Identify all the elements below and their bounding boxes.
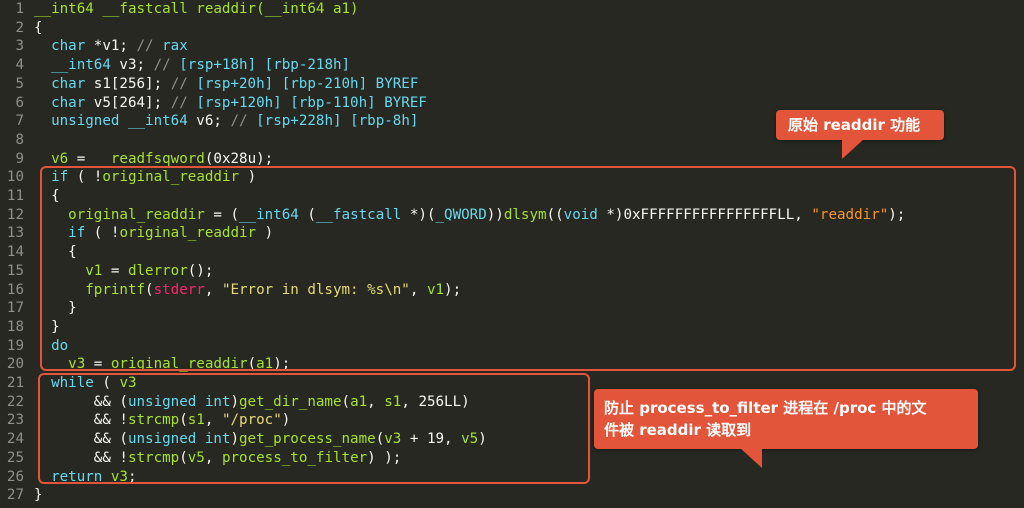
code-line: 7 unsigned __int64 v6; // [rsp+228h] [rb… [0, 112, 418, 131]
code-line: 2{ [0, 19, 43, 38]
code-token: ); [256, 150, 274, 167]
code-text: { [34, 20, 43, 36]
code-line: 4 __int64 v3; // [rsp+18h] [rbp-218h] [0, 56, 350, 75]
code-text: char *v1; // rax [34, 38, 188, 54]
code-token: { [34, 19, 43, 36]
line-number: 12 [6, 206, 24, 223]
code-text: } [34, 487, 43, 503]
line-number: 21 [6, 375, 24, 391]
callout-filter-process-line2: 件被 readdir 读取到 [604, 421, 752, 439]
code-line: 6 char v5[264]; // [rsp+120h] [rbp-110h]… [0, 94, 427, 113]
code-text: char s1[256]; // [rsp+20h] [rbp-210h] BY… [34, 76, 418, 92]
code-line: 8 [0, 131, 34, 150]
code-token: char [51, 75, 86, 92]
code-token: [rsp+18h] [rbp-218h] [179, 57, 351, 74]
line-number: 18 [6, 318, 24, 335]
code-token: v6; [187, 113, 231, 130]
line-number: 26 [6, 468, 24, 485]
line-number: 8 [15, 131, 24, 148]
line-number: 3 [15, 38, 24, 55]
line-number: 5 [15, 75, 24, 92]
code-token: __int64 [51, 57, 111, 74]
callout-filter-process-line1: 防止 process_to_filter 进程在 /proc 中的文 [604, 399, 927, 417]
line-number: 16 [6, 281, 24, 298]
code-token: *v1; [85, 38, 137, 55]
code-token: [rsp+228h] [rbp-8h] [256, 113, 419, 130]
line-number: 4 [15, 57, 24, 74]
code-token: = [68, 150, 94, 167]
code-token: [rsp+20h] [rbp-210h] BYREF [196, 75, 419, 92]
code-token: // [230, 113, 257, 130]
callout-original-readdir-text: 原始 readdir 功能 [788, 116, 921, 134]
code-token: // [170, 94, 197, 111]
line-number: 10 [6, 169, 24, 186]
code-token: char [51, 38, 86, 55]
line-number: 11 [6, 188, 24, 204]
line-number: 17 [6, 300, 24, 317]
code-token: __int64 a1 [264, 1, 351, 17]
code-token: [rsp+120h] [rbp-110h] BYREF [196, 94, 427, 111]
line-number: 24 [6, 431, 24, 448]
code-token: __readfsqword [93, 150, 205, 167]
callout-original-readdir-tail [842, 139, 864, 159]
line-number: 2 [15, 19, 24, 36]
code-token: v3; [110, 57, 154, 74]
highlight-box-original-readdir [40, 166, 1016, 371]
code-token: unsigned __int64 [51, 113, 188, 130]
line-number: 14 [6, 244, 24, 261]
code-line: 27} [0, 486, 43, 505]
code-line: 5 char s1[256]; // [rsp+20h] [rbp-210h] … [0, 75, 418, 94]
highlight-box-filter-loop [38, 373, 590, 484]
code-token: // [136, 38, 163, 55]
code-token: v5[264]; [85, 94, 171, 111]
line-number: 15 [6, 262, 24, 279]
callout-filter-process: 防止 process_to_filter 进程在 /proc 中的文 件被 re… [594, 389, 978, 449]
code-text: __int64 v3; // [rsp+18h] [rbp-218h] [34, 57, 350, 73]
code-text: v6 = __readfsqword(0x28u); [34, 151, 273, 167]
code-token: v6 [51, 150, 69, 167]
code-token: rax [162, 38, 188, 55]
line-number: 25 [6, 449, 24, 466]
code-text: __int64 __fastcall readdir(__int64 a1) [34, 1, 359, 17]
code-text: char v5[264]; // [rsp+120h] [rbp-110h] B… [34, 95, 427, 111]
code-token: char [51, 94, 86, 111]
code-token: 0x28u [213, 150, 257, 167]
code-editor[interactable]: 27} 26 return v3; 25 && !strcmp(v5, proces… [0, 0, 1024, 508]
code-token: } [34, 487, 43, 504]
line-number: 13 [6, 225, 24, 242]
line-number: 6 [15, 94, 24, 111]
line-number: 1 [15, 1, 24, 17]
code-token: s1[256]; [85, 75, 171, 92]
code-token: __int64 __fastcall readdir( [34, 1, 265, 17]
line-number: 7 [15, 113, 24, 130]
line-number: 23 [6, 412, 24, 429]
callout-original-readdir: 原始 readdir 功能 [776, 110, 944, 140]
line-number: 22 [6, 393, 24, 410]
line-number: 9 [15, 150, 24, 167]
line-number: 19 [6, 337, 24, 354]
line-number: 27 [6, 487, 24, 504]
code-token: // [153, 57, 180, 74]
code-text: unsigned __int64 v6; // [rsp+228h] [rbp-… [34, 113, 418, 129]
code-token: ) [350, 1, 359, 17]
callout-filter-process-tail [740, 448, 762, 468]
line-number: 20 [6, 356, 24, 373]
code-line: 3 char *v1; // rax [0, 37, 188, 56]
code-token: // [170, 75, 197, 92]
code-line: 1 __int64 __fastcall readdir(__int64 a1) [0, 0, 359, 19]
